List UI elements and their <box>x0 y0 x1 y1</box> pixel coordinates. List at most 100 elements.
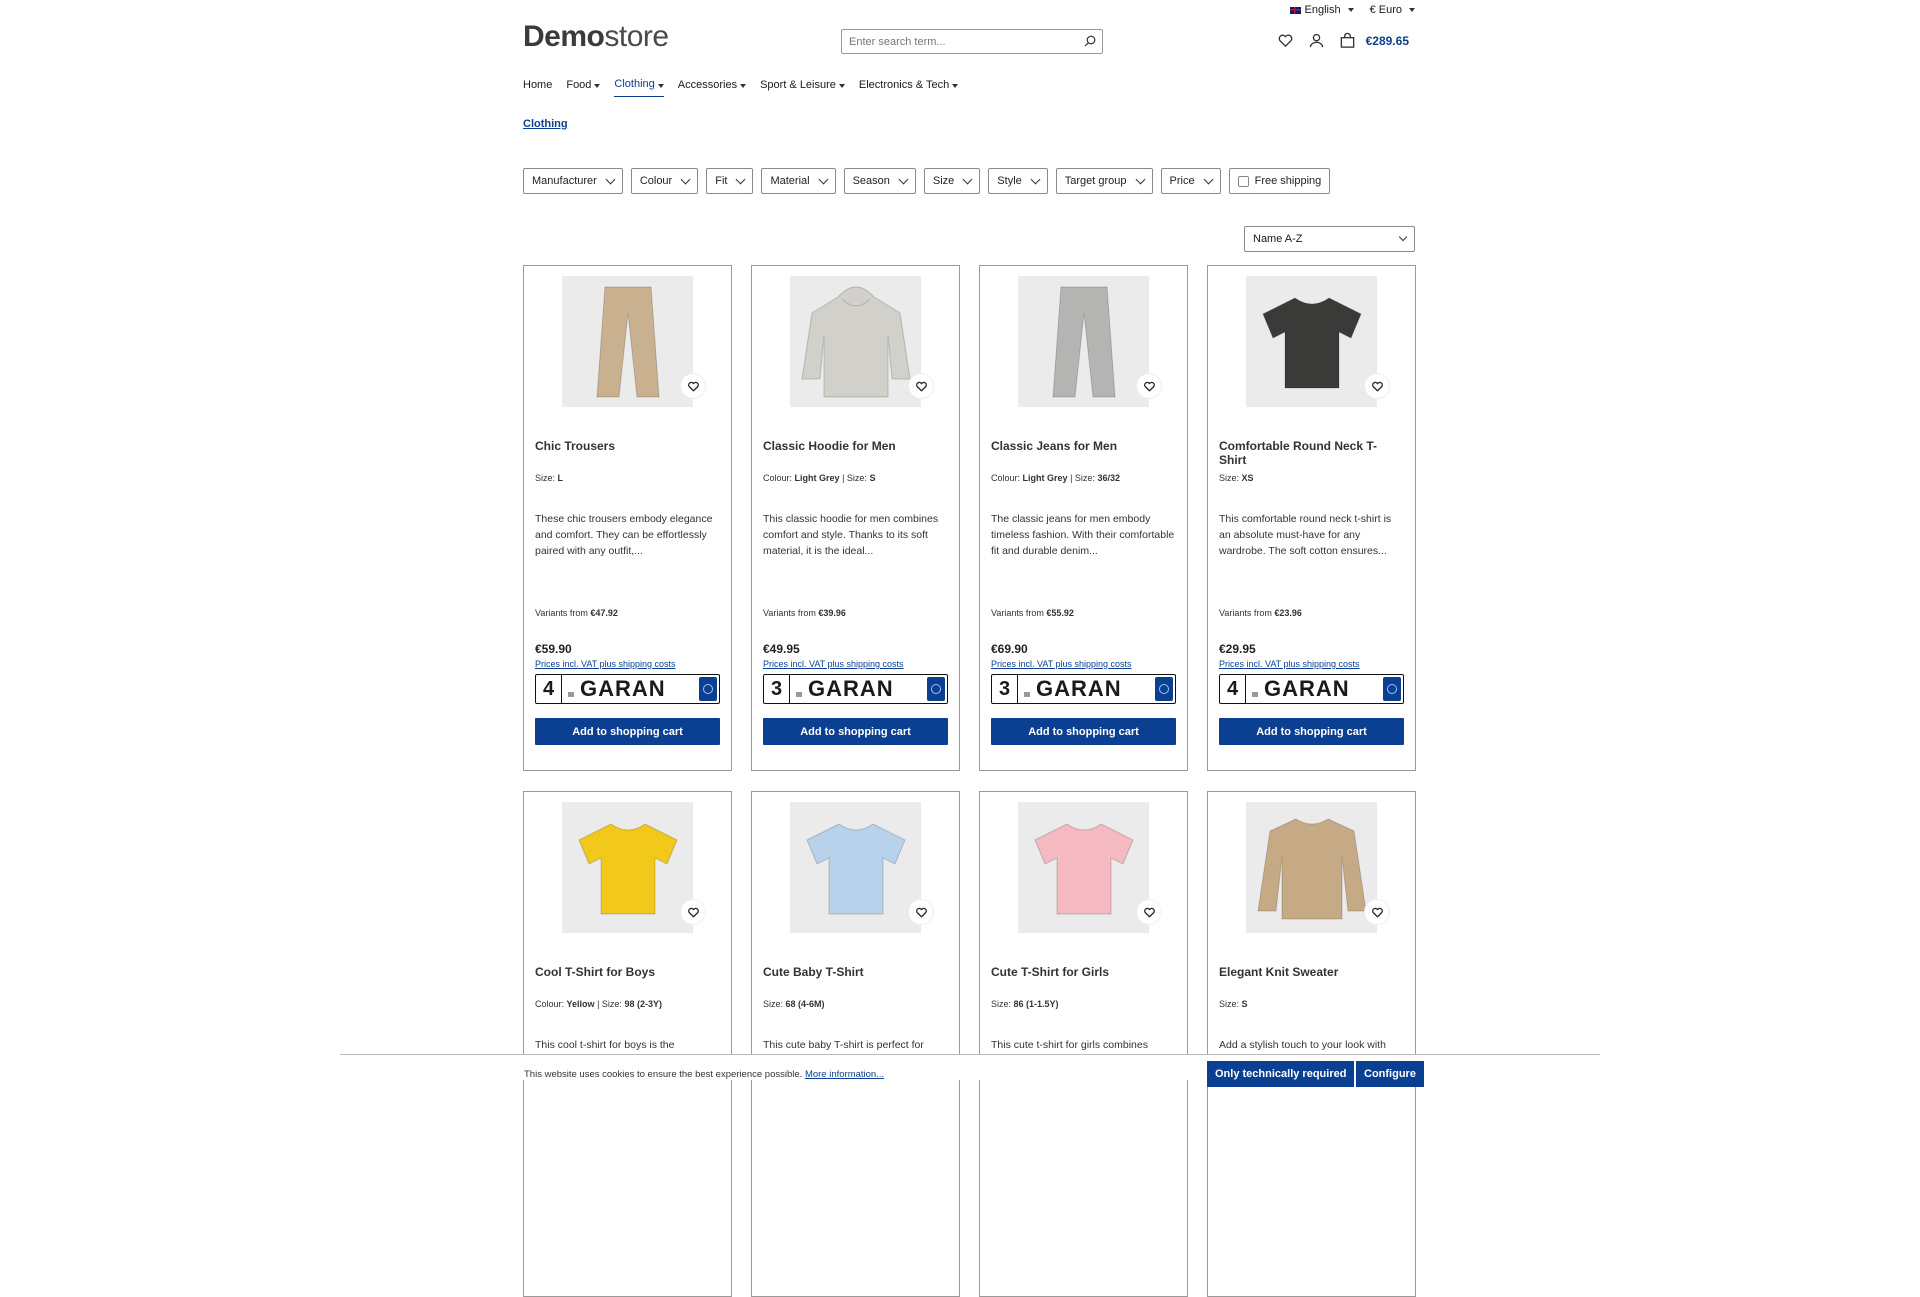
only-required-button[interactable]: Only technically required <box>1207 1061 1355 1087</box>
product-image[interactable] <box>1018 276 1161 407</box>
prop-key: Size: <box>601 999 622 1009</box>
chevron-down-icon <box>818 174 829 184</box>
prop-key: Colour: <box>535 999 565 1009</box>
heart-icon <box>687 907 699 917</box>
wishlist-button[interactable] <box>1365 374 1389 398</box>
product-card[interactable]: Comfortable Round Neck T-Shirt Size: XS … <box>1207 265 1416 771</box>
caret-down-icon <box>1409 8 1415 12</box>
cookie-more-link[interactable]: More information... <box>805 1069 884 1080</box>
wishlist-button[interactable] <box>681 374 705 398</box>
filter-material[interactable]: Material <box>761 168 836 194</box>
product-image[interactable] <box>790 276 933 407</box>
product-card[interactable]: Classic Hoodie for Men Colour: Light Gre… <box>751 265 960 771</box>
prop-separator: | <box>597 999 600 1009</box>
configure-button[interactable]: Configure <box>1356 1061 1424 1087</box>
currency-switcher[interactable]: € Euro <box>1370 4 1415 16</box>
variants-label: Variants from <box>535 608 588 618</box>
guarantee-word: GARAN <box>580 676 666 701</box>
filter-colour[interactable]: Colour <box>630 168 699 194</box>
product-name[interactable]: Comfortable Round Neck T-Shirt <box>1219 439 1404 473</box>
wishlist-button[interactable] <box>1137 374 1161 398</box>
product-properties: Colour: Light Grey | Size: 36/32 <box>991 473 1176 511</box>
cookie-bar: This website uses cookies to ensure the … <box>340 1054 1600 1087</box>
product-description: This classic hoodie for men combines com… <box>763 513 939 557</box>
heart-icon <box>687 381 699 391</box>
filter-label: Material <box>770 175 810 187</box>
cookie-message: This website uses cookies to ensure the … <box>524 1069 803 1080</box>
prop-value: XS <box>1241 473 1254 483</box>
prop-key: Size: <box>535 473 556 483</box>
nav-item-food[interactable]: Food <box>566 78 601 97</box>
filter-label: Fit <box>715 175 728 187</box>
product-card[interactable]: Cool T-Shirt for Boys Colour: Yellow | S… <box>523 791 732 1297</box>
product-card[interactable]: Cute Baby T-Shirt Size: 68 (4-6M) This c… <box>751 791 960 1297</box>
wishlist-button[interactable] <box>1365 900 1389 924</box>
wishlist-button[interactable] <box>909 374 933 398</box>
vat-link[interactable]: Prices incl. VAT plus shipping costs <box>763 659 948 669</box>
nav-item-electronics[interactable]: Electronics & Tech <box>859 78 959 97</box>
language-switcher[interactable]: English <box>1289 4 1354 16</box>
search-input[interactable]: Enter search term... <box>841 29 1103 54</box>
product-name[interactable]: Classic Hoodie for Men <box>763 439 948 473</box>
prop-separator: | <box>1070 473 1073 483</box>
prop-key: Size: <box>991 999 1012 1009</box>
product-name[interactable]: Classic Jeans for Men <box>991 439 1176 473</box>
product-name[interactable]: Chic Trousers <box>535 439 720 473</box>
add-to-cart-button[interactable]: Add to shopping cart <box>991 718 1176 745</box>
product-image[interactable] <box>1246 802 1389 933</box>
chevron-down-icon <box>605 174 616 184</box>
nav-item-clothing[interactable]: Clothing <box>614 78 664 97</box>
product-name[interactable]: Cute Baby T-Shirt <box>763 965 948 999</box>
product-image[interactable] <box>1018 802 1161 933</box>
heart-icon <box>915 381 927 391</box>
add-to-cart-button[interactable]: Add to shopping cart <box>1219 718 1404 745</box>
product-card[interactable]: Chic Trousers Size: L These chic trouser… <box>523 265 732 771</box>
add-to-cart-button[interactable]: Add to shopping cart <box>535 718 720 745</box>
product-name[interactable]: Cute T-Shirt for Girls <box>991 965 1176 999</box>
product-name[interactable]: Elegant Knit Sweater <box>1219 965 1404 999</box>
cart-total[interactable]: €289.65 <box>1366 34 1409 48</box>
wishlist-icon[interactable] <box>1277 32 1294 49</box>
vat-link[interactable]: Prices incl. VAT plus shipping costs <box>1219 659 1404 669</box>
vat-link[interactable]: Prices incl. VAT plus shipping costs <box>535 659 720 669</box>
product-image[interactable] <box>562 276 705 407</box>
product-card[interactable]: Cute T-Shirt for Girls Size: 86 (1-1.5Y)… <box>979 791 1188 1297</box>
product-image[interactable] <box>562 802 705 933</box>
filter-style[interactable]: Style <box>988 168 1048 194</box>
prop-value: Light Grey <box>794 473 840 483</box>
product-name[interactable]: Cool T-Shirt for Boys <box>535 965 720 999</box>
wishlist-button[interactable] <box>909 900 933 924</box>
breadcrumb[interactable]: Clothing <box>523 118 568 130</box>
language-label: English <box>1304 4 1341 16</box>
cart-icon[interactable] <box>1339 32 1356 49</box>
account-icon[interactable] <box>1308 32 1325 49</box>
filter-season[interactable]: Season <box>843 168 916 194</box>
wishlist-button[interactable] <box>681 900 705 924</box>
filter-free-shipping[interactable]: Free shipping <box>1228 168 1331 194</box>
vat-link[interactable]: Prices incl. VAT plus shipping costs <box>991 659 1176 669</box>
wishlist-button[interactable] <box>1137 900 1161 924</box>
cookie-text: This website uses cookies to ensure the … <box>524 1069 884 1080</box>
product-image[interactable] <box>790 802 933 933</box>
search-icon[interactable] <box>1084 35 1096 47</box>
filter-price[interactable]: Price <box>1160 168 1221 194</box>
product-card[interactable]: Classic Jeans for Men Colour: Light Grey… <box>979 265 1188 771</box>
filter-fit[interactable]: Fit <box>706 168 754 194</box>
add-to-cart-button[interactable]: Add to shopping cart <box>763 718 948 745</box>
filter-label: Manufacturer <box>532 175 597 187</box>
product-card[interactable]: Elegant Knit Sweater Size: S Add a styli… <box>1207 791 1416 1297</box>
heart-icon <box>1371 907 1383 917</box>
store-logo[interactable]: Demostore <box>523 20 669 54</box>
guarantee-years: 3 <box>992 675 1018 703</box>
checkbox[interactable] <box>1237 175 1249 187</box>
variants-from: Variants from €39.96 <box>763 608 948 642</box>
product-image[interactable] <box>1246 276 1389 407</box>
chevron-down-icon <box>736 174 746 184</box>
nav-item-accessories[interactable]: Accessories <box>678 78 747 97</box>
sort-select[interactable]: Name A-Z <box>1244 226 1415 252</box>
filter-size[interactable]: Size <box>923 168 981 194</box>
filter-target-group[interactable]: Target group <box>1055 168 1153 194</box>
nav-item-sport-leisure[interactable]: Sport & Leisure <box>760 78 845 97</box>
nav-item-home[interactable]: Home <box>523 78 552 97</box>
filter-manufacturer[interactable]: Manufacturer <box>523 168 623 194</box>
